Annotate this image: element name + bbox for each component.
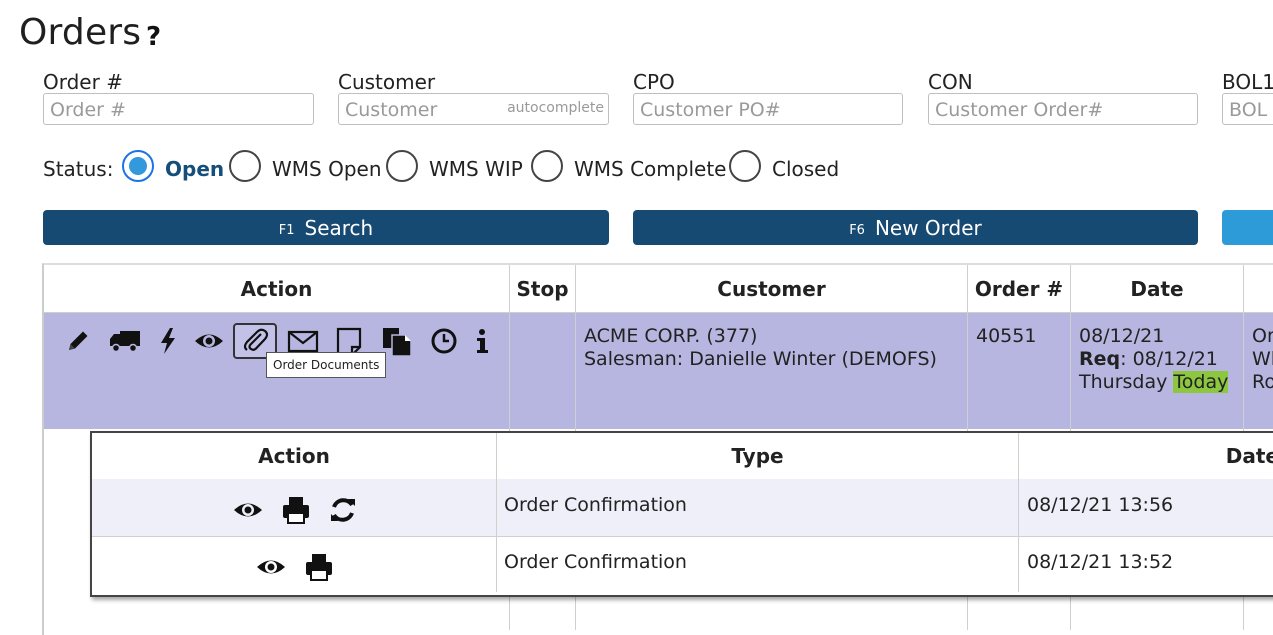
- search-button[interactable]: F1 Search: [43, 210, 609, 245]
- header-date[interactable]: Date: [1071, 265, 1243, 313]
- con-input[interactable]: Customer Order#: [928, 93, 1198, 125]
- bol-label: BOL1: [1222, 70, 1273, 94]
- header-order-number[interactable]: Order #: [968, 265, 1070, 313]
- print-icon[interactable]: [304, 552, 334, 588]
- status-label-wms-wip[interactable]: WMS WIP: [429, 157, 523, 181]
- search-button-label: Search: [304, 215, 374, 240]
- order-documents-tooltip: Order Documents: [266, 352, 387, 378]
- status-radio-closed[interactable]: [729, 150, 761, 182]
- bolt-icon[interactable]: [156, 327, 180, 355]
- header-action[interactable]: Action: [44, 265, 509, 313]
- column-divider: [496, 433, 497, 592]
- row-overflow-text: Or: [1252, 325, 1273, 347]
- pencil-icon[interactable]: [64, 327, 92, 355]
- document-type: Order Confirmation: [504, 551, 687, 573]
- row-divider: [92, 536, 1273, 537]
- extra-action-button[interactable]: [1222, 210, 1273, 245]
- autocomplete-hint: autocomplete: [507, 100, 604, 116]
- envelope-icon[interactable]: [287, 327, 319, 355]
- status-label-closed[interactable]: Closed: [772, 157, 839, 181]
- eye-icon[interactable]: [255, 553, 287, 587]
- search-shortcut: F1: [278, 222, 295, 238]
- refresh-icon[interactable]: [328, 495, 358, 531]
- row-date: 08/12/21: [1079, 325, 1165, 347]
- clock-icon[interactable]: [429, 327, 459, 355]
- order-number-input[interactable]: Order #: [43, 93, 314, 125]
- bol-input[interactable]: BOL: [1222, 93, 1273, 125]
- new-order-shortcut: F6: [849, 222, 865, 238]
- row-order-number[interactable]: 40551: [976, 325, 1036, 348]
- info-icon[interactable]: [472, 327, 492, 355]
- doc-header-date: Date: [1225, 444, 1273, 468]
- doc-header-action: Action: [258, 444, 330, 468]
- eye-icon[interactable]: [232, 496, 264, 530]
- page-title: Orders: [19, 12, 142, 53]
- row-customer-name: ACME CORP. (377): [584, 325, 758, 347]
- row-weekday: Thursday Today: [1079, 371, 1229, 393]
- row-divider: [44, 312, 1273, 313]
- truck-icon[interactable]: [108, 327, 142, 355]
- document-date: 08/12/21 13:56: [1027, 494, 1174, 516]
- row-salesman: Salesman: Danielle Winter (DEMOFS): [584, 348, 937, 370]
- status-label-wms-open[interactable]: WMS Open: [272, 157, 382, 181]
- header-stop[interactable]: Stop: [510, 265, 575, 313]
- paperclip-icon[interactable]: [241, 326, 269, 354]
- cpo-label: CPO: [633, 70, 675, 94]
- row-req-date: Req: 08/12/21: [1079, 348, 1218, 370]
- eye-icon[interactable]: [193, 327, 225, 355]
- con-label: CON: [928, 70, 973, 94]
- new-order-button[interactable]: F6 New Order: [633, 210, 1198, 245]
- cpo-input[interactable]: Customer PO#: [633, 93, 903, 125]
- doc-header-type: Type: [731, 444, 784, 468]
- customer-label: Customer: [338, 70, 436, 94]
- order-number-label: Order #: [43, 70, 123, 94]
- document-type: Order Confirmation: [504, 494, 687, 516]
- customer-input[interactable]: Customer autocomplete: [338, 93, 609, 125]
- status-radio-wms-wip[interactable]: [386, 150, 418, 182]
- help-icon[interactable]: ?: [146, 22, 161, 52]
- status-radio-wms-complete[interactable]: [531, 150, 563, 182]
- row-overflow-text: Ro: [1252, 371, 1273, 393]
- new-order-button-label: New Order: [874, 215, 982, 240]
- column-divider: [1018, 433, 1019, 592]
- print-icon[interactable]: [281, 495, 311, 531]
- status-label: Status:: [43, 157, 114, 181]
- today-badge: Today: [1173, 371, 1229, 393]
- status-radio-wms-open[interactable]: [229, 150, 261, 182]
- status-label-wms-complete[interactable]: WMS Complete: [574, 157, 726, 181]
- row-overflow-text: Wl: [1252, 348, 1273, 370]
- header-customer[interactable]: Customer: [576, 265, 967, 313]
- status-label-open[interactable]: Open: [165, 157, 224, 181]
- document-date: 08/12/21 13:52: [1027, 551, 1174, 573]
- status-radio-open[interactable]: [122, 150, 154, 182]
